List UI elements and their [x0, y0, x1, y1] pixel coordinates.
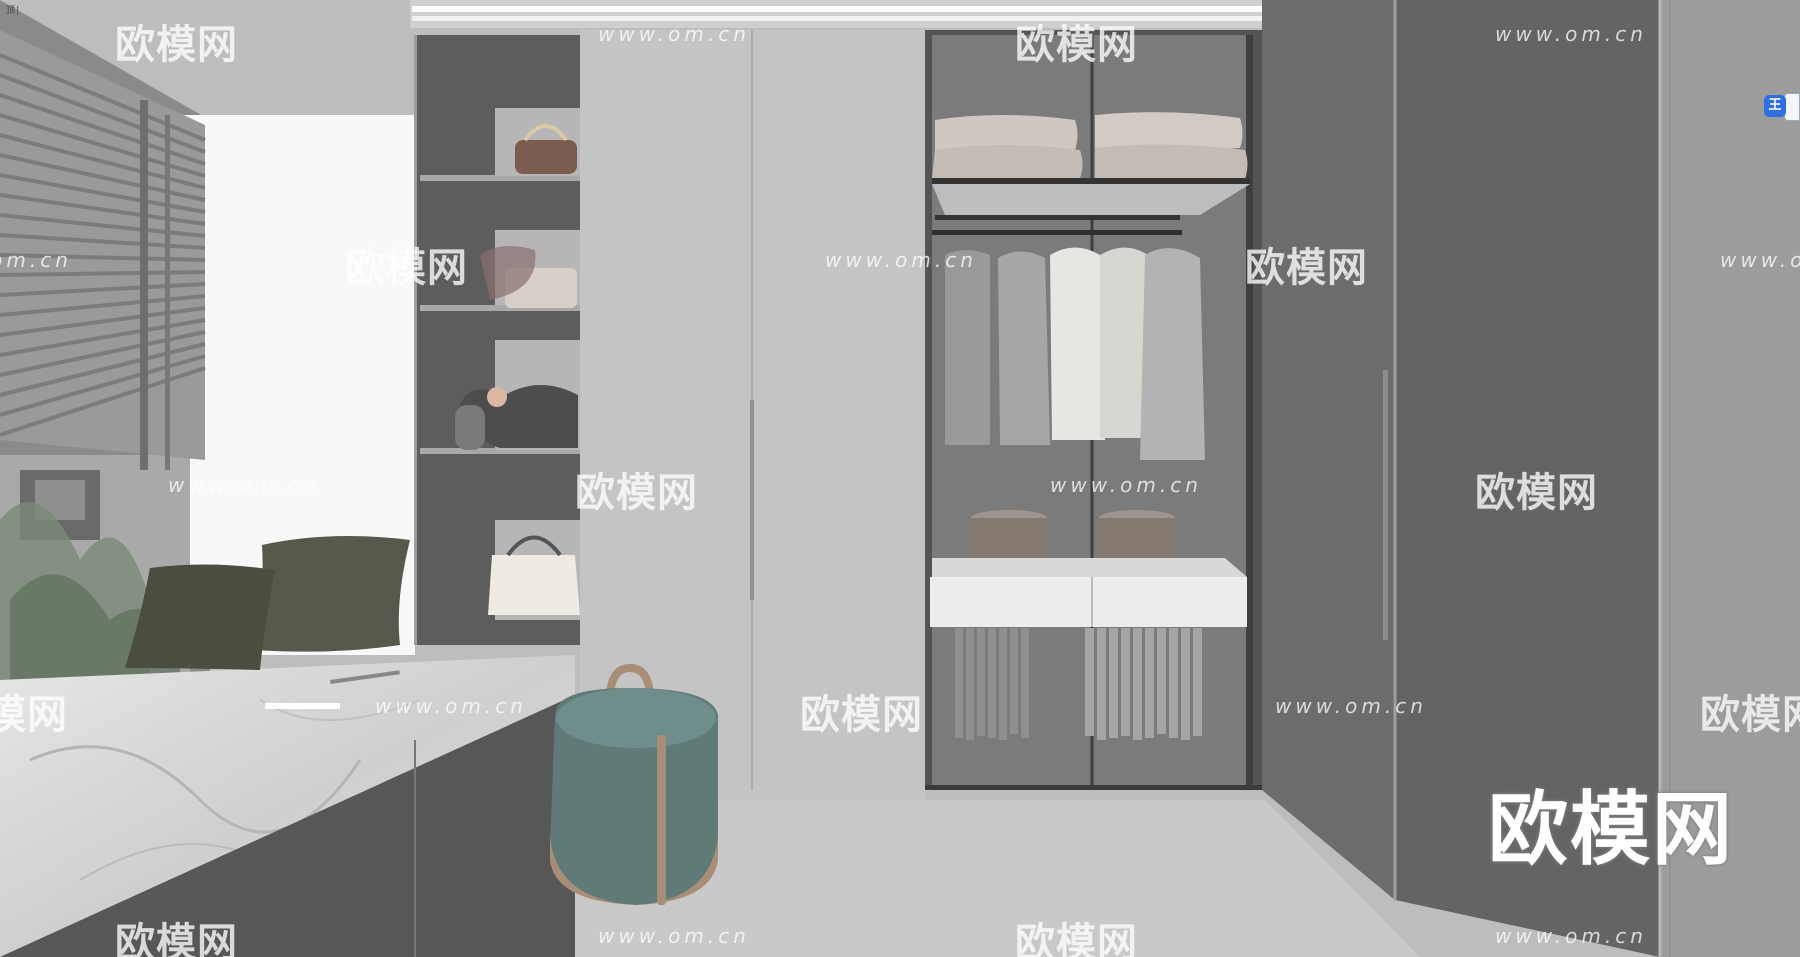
- watermark-url: www.om.cn: [0, 248, 72, 272]
- watermark-url: www.om.cn: [1495, 22, 1647, 46]
- door-handle: [750, 400, 754, 600]
- watermark-logo: 欧模网: [0, 692, 68, 738]
- open-shelving: [414, 35, 580, 645]
- hanging-rod: [932, 230, 1182, 235]
- glass-wardrobe: [925, 30, 1262, 790]
- wardrobe-drawer: [930, 577, 1247, 627]
- watermark-url: www.om.cn: [1495, 924, 1647, 948]
- watermark-logo: 欧模网: [575, 470, 698, 516]
- handbag-white: [488, 555, 580, 615]
- watermark-url: www.om.cn: [1720, 248, 1800, 272]
- watermark-logo: 欧模网: [1475, 470, 1598, 516]
- door-handle: [1383, 370, 1388, 640]
- watermark-url: www.om.cn: [168, 473, 320, 497]
- watermark-logo: 欧模网: [345, 245, 468, 291]
- watermark-url: www.om.cn: [375, 694, 527, 718]
- watermark-url: www.om.cn: [1050, 473, 1202, 497]
- handbag-monogram: [515, 140, 577, 174]
- ime-badge-icon[interactable]: 王: [1764, 95, 1786, 117]
- watermark-logo: 欧模网: [115, 920, 238, 957]
- room-render: 欧模网 欧模网 欧模网 欧模网 欧模网 欧模网 欧模网 欧模网 欧模网 欧模网 …: [0, 0, 1800, 957]
- watermark-logo: 欧模网: [1015, 22, 1138, 68]
- watermark-logo: 欧模网: [115, 22, 238, 68]
- watermark-url: www.om.cn: [598, 22, 750, 46]
- watermark-url: www.om.cn: [598, 924, 750, 948]
- watermark-logo: 欧模网: [1245, 245, 1368, 291]
- watermark-logo: 欧模网: [1700, 692, 1800, 738]
- badge-tab[interactable]: [1784, 93, 1800, 121]
- watermark-large: 欧模网: [1488, 783, 1734, 876]
- pouf-stool: [550, 663, 718, 905]
- corner-label: 顶|: [6, 6, 21, 16]
- watermark-url: www.om.cn: [1275, 694, 1427, 718]
- watermark-url: www.om.cn: [825, 248, 977, 272]
- watermark-logo: 欧模网: [800, 692, 923, 738]
- watermark-logo: 欧模网: [1015, 920, 1138, 957]
